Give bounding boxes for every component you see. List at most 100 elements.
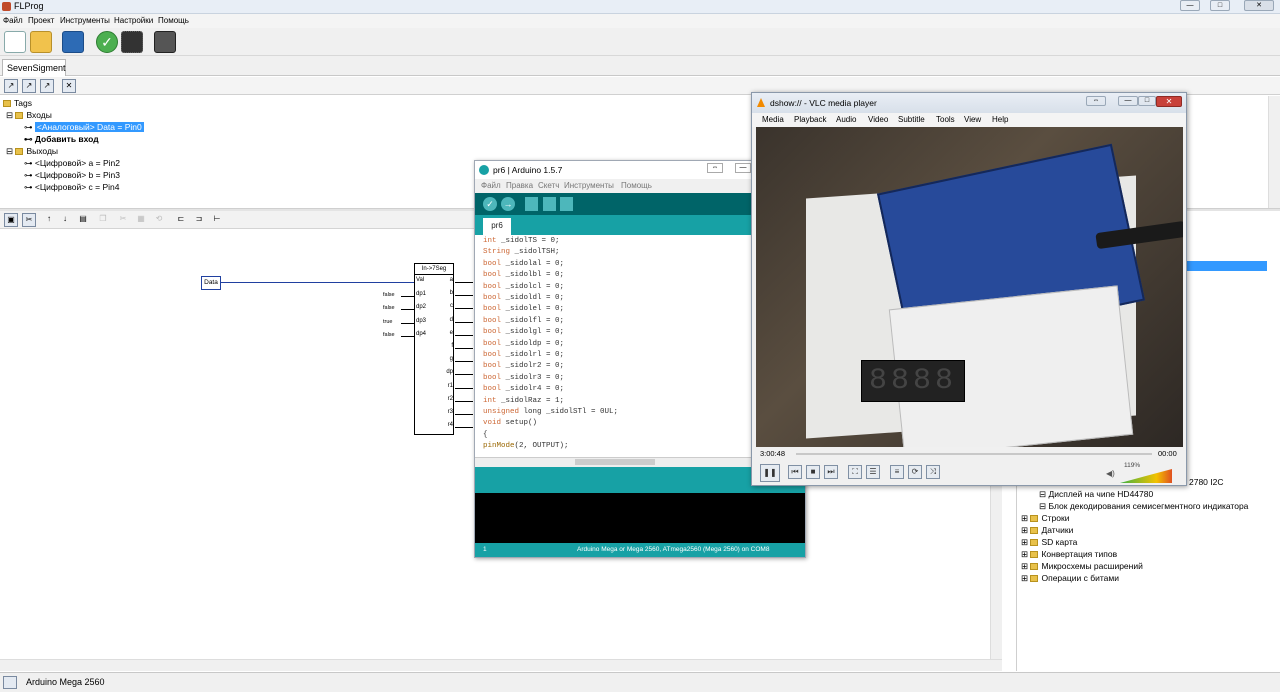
- align-left-icon[interactable]: ⊏: [174, 213, 188, 227]
- menu-file[interactable]: Файл: [3, 16, 23, 25]
- fullscreen-icon[interactable]: ⛶: [848, 465, 862, 479]
- cut-block-icon[interactable]: ✂: [22, 213, 36, 227]
- library-item[interactable]: ⊟ Блок декодирования семисегментного инд…: [1039, 501, 1248, 512]
- input-constant[interactable]: false: [383, 332, 395, 338]
- block-output-pin[interactable]: c: [440, 303, 453, 309]
- library-folder[interactable]: ⊞ Датчики: [1021, 525, 1073, 536]
- arduino-menu-tools[interactable]: Инструменты: [564, 181, 614, 190]
- align-center-icon[interactable]: ⊢: [210, 213, 224, 227]
- vlc-menu-subtitle[interactable]: Subtitle: [898, 115, 925, 124]
- block-output-pin[interactable]: r4: [440, 422, 453, 428]
- vlc-menu-audio[interactable]: Audio: [836, 115, 856, 124]
- library-item[interactable]: ⊟ Дисплей на чипе HD44780: [1039, 489, 1153, 500]
- vlc-menu-playback[interactable]: Playback: [794, 115, 826, 124]
- arduino-menu-file[interactable]: Файл: [481, 181, 501, 190]
- tree-output-item[interactable]: ⊶ <Цифровой> b = Pin3: [24, 170, 120, 181]
- restore-icon[interactable]: ⇔: [1086, 96, 1106, 106]
- block-output-pin[interactable]: b: [440, 290, 453, 296]
- open-folder-icon[interactable]: [30, 31, 52, 53]
- data-input-block[interactable]: Data: [201, 276, 221, 290]
- extended-settings-icon[interactable]: ☰: [866, 465, 880, 479]
- block-output-pin[interactable]: a: [440, 277, 453, 283]
- move-up-icon[interactable]: ↑: [42, 213, 56, 227]
- align-right-icon[interactable]: ⊐: [192, 213, 206, 227]
- block-output-pin[interactable]: e: [440, 330, 453, 336]
- volume-slider[interactable]: [1120, 469, 1172, 483]
- minimize-button[interactable]: —: [735, 163, 751, 173]
- sketch-tab[interactable]: pr6: [483, 218, 511, 235]
- shuffle-icon[interactable]: ⤨: [926, 465, 940, 479]
- verify-icon[interactable]: ✓: [96, 31, 118, 53]
- speaker-icon[interactable]: ◀): [1106, 469, 1115, 478]
- library-folder[interactable]: ⊞ Микросхемы расширений: [1021, 561, 1143, 572]
- close-button[interactable]: ✕: [1156, 96, 1182, 107]
- block-input-pin[interactable]: dp4: [416, 331, 426, 337]
- block-output-pin[interactable]: g: [440, 356, 453, 362]
- tree-outputs[interactable]: ⊟ Выходы: [6, 146, 58, 157]
- library-folder[interactable]: ⊞ SD карта: [1021, 537, 1077, 548]
- paste-icon[interactable]: ▦: [134, 213, 148, 227]
- copy-icon[interactable]: ❐: [96, 213, 110, 227]
- delete-icon[interactable]: ✕: [62, 79, 76, 93]
- menu-project[interactable]: Проект: [28, 16, 54, 25]
- block-output-pin[interactable]: r2: [440, 396, 453, 402]
- pause-icon[interactable]: ❚❚: [760, 464, 780, 482]
- library-folder[interactable]: ⊞ Строки: [1021, 513, 1069, 524]
- restore-icon[interactable]: ⇔: [707, 163, 723, 173]
- arduino-menu-help[interactable]: Помощь: [621, 181, 652, 190]
- tree-inputs[interactable]: ⊟ Входы: [6, 110, 52, 121]
- move-down-icon[interactable]: ↓: [58, 213, 72, 227]
- select-icon[interactable]: ▣: [4, 213, 18, 227]
- block-output-pin[interactable]: f: [440, 343, 453, 349]
- tree-output-item[interactable]: ⊶ <Цифровой> c = Pin4: [24, 182, 120, 193]
- block-output-pin[interactable]: r3: [440, 409, 453, 415]
- cut-icon[interactable]: ✂: [116, 213, 130, 227]
- stop-icon[interactable]: ■: [806, 465, 820, 479]
- vlc-menu-media[interactable]: Media: [762, 115, 784, 124]
- tree-add-input[interactable]: ⊷ Добавить вход: [24, 134, 99, 145]
- vlc-menu-tools[interactable]: Tools: [936, 115, 955, 124]
- block-input-pin[interactable]: dp3: [416, 318, 426, 324]
- block-input-pin[interactable]: dp1: [416, 291, 426, 297]
- menu-tools[interactable]: Инструменты: [60, 16, 110, 25]
- input-constant[interactable]: false: [383, 292, 395, 298]
- tree-root[interactable]: Tags: [3, 98, 32, 108]
- undo-icon[interactable]: ⟲: [152, 213, 166, 227]
- block-input-pin[interactable]: Val: [416, 277, 424, 283]
- input-constant[interactable]: true: [383, 319, 392, 325]
- arduino-menu-edit[interactable]: Правка: [506, 181, 533, 190]
- tab-sevensigment[interactable]: SevenSigment: [2, 59, 66, 76]
- menu-help[interactable]: Помощь: [158, 16, 189, 25]
- block-output-pin[interactable]: r1: [440, 383, 453, 389]
- tree-output-item[interactable]: ⊶ <Цифровой> a = Pin2: [24, 158, 120, 169]
- add-tag-icon[interactable]: ↗: [4, 79, 18, 93]
- maximize-button[interactable]: □: [1210, 0, 1230, 11]
- add-input-icon[interactable]: ↗: [22, 79, 36, 93]
- upload-icon[interactable]: →: [501, 197, 515, 211]
- new-file-icon[interactable]: [4, 31, 26, 53]
- seek-bar[interactable]: [796, 453, 1152, 455]
- menu-settings[interactable]: Настройки: [114, 16, 153, 25]
- compile-icon[interactable]: [121, 31, 143, 53]
- library-folder[interactable]: ⊞ Конвертация типов: [1021, 549, 1117, 560]
- maximize-button[interactable]: □: [1138, 96, 1156, 106]
- new-sketch-icon[interactable]: [525, 197, 538, 211]
- close-button[interactable]: ✕: [1244, 0, 1274, 11]
- block-input-pin[interactable]: dp2: [416, 304, 426, 310]
- workspace-hscroll[interactable]: [0, 659, 1002, 671]
- properties-icon[interactable]: ▤: [76, 213, 90, 227]
- upload-icon[interactable]: [154, 31, 176, 53]
- tree-input-item[interactable]: ⊶ <Аналоговый> Data = Pin0: [24, 122, 144, 133]
- vlc-menu-video[interactable]: Video: [868, 115, 888, 124]
- block-output-pin[interactable]: dp: [440, 369, 453, 375]
- save-sketch-icon[interactable]: [560, 197, 573, 211]
- minimize-button[interactable]: —: [1180, 0, 1200, 11]
- playlist-icon[interactable]: ≡: [890, 465, 904, 479]
- save-icon[interactable]: [62, 31, 84, 53]
- verify-icon[interactable]: ✓: [483, 197, 497, 211]
- board-icon[interactable]: [3, 676, 17, 689]
- add-output-icon[interactable]: ↗: [40, 79, 54, 93]
- input-constant[interactable]: false: [383, 305, 395, 311]
- vlc-menu-help[interactable]: Help: [992, 115, 1008, 124]
- open-sketch-icon[interactable]: [543, 197, 556, 211]
